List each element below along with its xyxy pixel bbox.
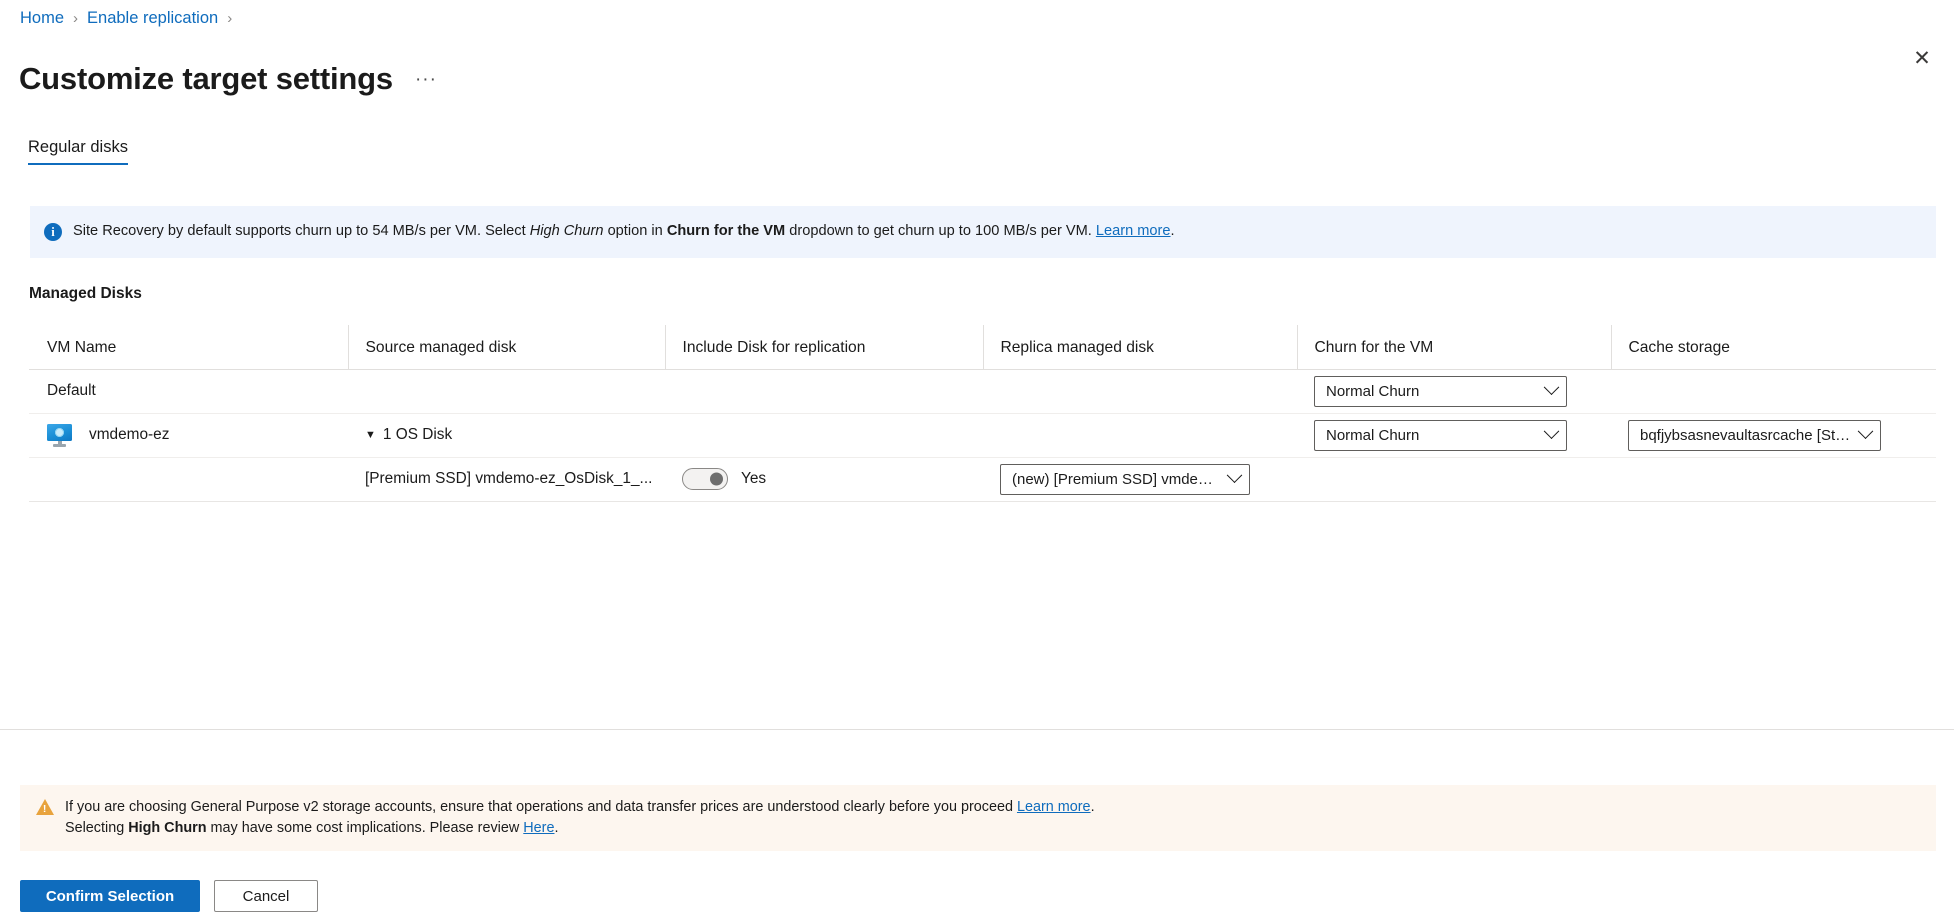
cell-include-disk-vm bbox=[665, 413, 983, 457]
warning-line2-text-3: . bbox=[554, 820, 558, 836]
virtual-machine-icon bbox=[47, 424, 72, 446]
cell-replica-disk-vm bbox=[983, 413, 1297, 457]
confirm-selection-button[interactable]: Confirm Selection bbox=[20, 880, 200, 912]
chevron-down-icon bbox=[1544, 423, 1560, 439]
warning-line1-text-2: . bbox=[1091, 799, 1095, 815]
warning-line-1: If you are choosing General Purpose v2 s… bbox=[65, 797, 1095, 818]
info-icon: i bbox=[44, 223, 62, 241]
warning-line2-text-2: may have some cost implications. Please … bbox=[207, 820, 524, 836]
churn-select-vmdemo-ez-value: Normal Churn bbox=[1326, 427, 1419, 444]
cell-include-disk-toggle: Yes bbox=[665, 457, 983, 501]
warning-here-link[interactable]: Here bbox=[523, 820, 554, 836]
warning-banner: If you are choosing General Purpose v2 s… bbox=[20, 785, 1936, 851]
chevron-down-icon bbox=[1858, 423, 1874, 439]
more-options-button[interactable]: ··· bbox=[415, 69, 437, 91]
page-title: Customize target settings bbox=[19, 61, 393, 97]
title-row: Customize target settings ··· bbox=[19, 40, 437, 117]
customize-target-settings-blade: Home › Enable replication › Customize ta… bbox=[0, 0, 1954, 922]
column-header-cache-storage[interactable]: Cache storage bbox=[1611, 325, 1936, 369]
table-row-vm: vmdemo-ez ▼ 1 OS Disk Normal Churn bbox=[29, 413, 1936, 457]
breadcrumb: Home › Enable replication › bbox=[20, 9, 232, 28]
info-text-strong: Churn for the VM bbox=[667, 223, 785, 239]
caret-down-icon: ▼ bbox=[365, 430, 376, 441]
info-banner-text: Site Recovery by default supports churn … bbox=[73, 222, 1175, 242]
os-disk-summary-label: 1 OS Disk bbox=[383, 426, 452, 444]
churn-select-default-value: Normal Churn bbox=[1326, 383, 1419, 400]
table-header-row: VM Name Source managed disk Include Disk… bbox=[29, 325, 1936, 369]
include-disk-toggle-group: Yes bbox=[682, 468, 983, 490]
cell-source-disk-summary: ▼ 1 OS Disk bbox=[348, 413, 665, 457]
column-header-replica-managed-disk[interactable]: Replica managed disk bbox=[983, 325, 1297, 369]
breadcrumb-item-enable-replication[interactable]: Enable replication bbox=[87, 9, 218, 28]
cell-replica-disk-select: (new) [Premium SSD] vmdemo-ez_... bbox=[983, 457, 1297, 501]
warning-icon bbox=[36, 799, 54, 815]
table-header: VM Name Source managed disk Include Disk… bbox=[29, 325, 1936, 369]
info-learn-more-link[interactable]: Learn more bbox=[1096, 223, 1171, 239]
tab-list: Regular disks bbox=[28, 138, 128, 165]
warning-learn-more-link[interactable]: Learn more bbox=[1017, 799, 1091, 815]
include-disk-toggle[interactable] bbox=[682, 468, 728, 490]
warning-line1-text-1: If you are choosing General Purpose v2 s… bbox=[65, 799, 1017, 815]
cell-source-disk-name: [Premium SSD] vmdemo-ez_OsDisk_1_... bbox=[348, 457, 665, 501]
cell-churn-disk bbox=[1297, 457, 1611, 501]
table-row-disk: [Premium SSD] vmdemo-ez_OsDisk_1_... Yes… bbox=[29, 457, 1936, 501]
chevron-down-icon bbox=[1227, 467, 1243, 483]
warning-line-2: Selecting High Churn may have some cost … bbox=[65, 818, 1095, 839]
column-header-include-disk-for-replication[interactable]: Include Disk for replication bbox=[665, 325, 983, 369]
vm-name-label: vmdemo-ez bbox=[89, 426, 169, 444]
managed-disks-table-wrapper: VM Name Source managed disk Include Disk… bbox=[29, 325, 1936, 502]
table-body: Default Normal Churn bbox=[29, 369, 1936, 501]
os-disk-expander[interactable]: ▼ 1 OS Disk bbox=[365, 426, 665, 444]
column-header-churn-for-the-vm[interactable]: Churn for the VM bbox=[1297, 325, 1611, 369]
tab-regular-disks[interactable]: Regular disks bbox=[28, 138, 128, 165]
section-title-managed-disks: Managed Disks bbox=[29, 285, 142, 303]
info-text-emphasis: High Churn bbox=[530, 223, 604, 239]
info-text-4: . bbox=[1171, 223, 1175, 239]
cell-vm-name-vmdemo-ez: vmdemo-ez bbox=[29, 413, 348, 457]
managed-disks-table: VM Name Source managed disk Include Disk… bbox=[29, 325, 1936, 502]
info-text-2: option in bbox=[604, 223, 667, 239]
vm-name-cell-content: vmdemo-ez bbox=[47, 424, 348, 446]
cell-cache-storage-default bbox=[1611, 369, 1936, 413]
cell-churn-default: Normal Churn bbox=[1297, 369, 1611, 413]
info-banner: i Site Recovery by default supports chur… bbox=[30, 206, 1936, 258]
cache-storage-select[interactable]: bqfjybsasnevaultasrcache [Standar... bbox=[1628, 420, 1881, 451]
column-header-vm-name[interactable]: VM Name bbox=[29, 325, 348, 369]
cell-cache-storage-disk bbox=[1611, 457, 1936, 501]
include-disk-toggle-label: Yes bbox=[741, 470, 766, 488]
replica-managed-disk-select[interactable]: (new) [Premium SSD] vmdemo-ez_... bbox=[1000, 464, 1250, 495]
cell-vm-name-default: Default bbox=[29, 369, 348, 413]
breadcrumb-item-home[interactable]: Home bbox=[20, 9, 64, 28]
info-text-1: Site Recovery by default supports churn … bbox=[73, 223, 530, 239]
warning-line2-strong: High Churn bbox=[128, 820, 206, 836]
table-row-default: Default Normal Churn bbox=[29, 369, 1936, 413]
warning-line2-text-1: Selecting bbox=[65, 820, 128, 836]
cell-source-disk-default bbox=[348, 369, 665, 413]
action-buttons: Confirm Selection Cancel bbox=[20, 880, 318, 912]
cell-cache-storage-vm: bqfjybsasnevaultasrcache [Standar... bbox=[1611, 413, 1936, 457]
cache-storage-select-value: bqfjybsasnevaultasrcache [Standar... bbox=[1640, 427, 1852, 444]
warning-banner-text: If you are choosing General Purpose v2 s… bbox=[65, 797, 1095, 839]
cell-include-disk-default bbox=[665, 369, 983, 413]
close-icon[interactable]: ✕ bbox=[1902, 38, 1942, 78]
replica-managed-disk-select-value: (new) [Premium SSD] vmdemo-ez_... bbox=[1012, 471, 1221, 488]
breadcrumb-separator-icon: › bbox=[227, 10, 232, 27]
cell-vm-name-disk bbox=[29, 457, 348, 501]
info-text-3: dropdown to get churn up to 100 MB/s per… bbox=[785, 223, 1096, 239]
churn-select-vmdemo-ez[interactable]: Normal Churn bbox=[1314, 420, 1567, 451]
cancel-button[interactable]: Cancel bbox=[214, 880, 318, 912]
footer-divider bbox=[0, 729, 1954, 730]
cell-replica-disk-default bbox=[983, 369, 1297, 413]
chevron-down-icon bbox=[1544, 379, 1560, 395]
churn-select-default[interactable]: Normal Churn bbox=[1314, 376, 1567, 407]
column-header-source-managed-disk[interactable]: Source managed disk bbox=[348, 325, 665, 369]
cell-churn-vm: Normal Churn bbox=[1297, 413, 1611, 457]
breadcrumb-separator-icon: › bbox=[73, 10, 78, 27]
